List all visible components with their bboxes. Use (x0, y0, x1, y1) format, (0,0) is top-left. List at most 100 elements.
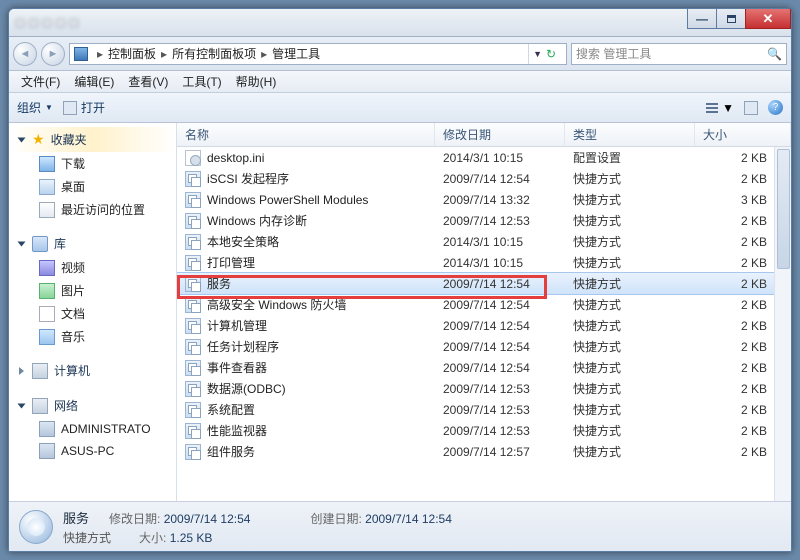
breadcrumb[interactable]: ▸ 控制面板 ▸ 所有控制面板项 ▸ 管理工具 ▼ ↻ (69, 43, 567, 65)
file-date: 2009/7/14 12:54 (435, 361, 565, 375)
table-row[interactable]: 任务计划程序2009/7/14 12:54快捷方式2 KB (177, 336, 791, 357)
mon-icon (39, 421, 55, 437)
main: ★ 收藏夹 下载桌面最近访问的位置 库 视频图片文档音乐 计算机 网络 (9, 123, 791, 501)
sidebar-favorites-header[interactable]: ★ 收藏夹 (9, 127, 176, 152)
table-row[interactable]: Windows 内存诊断2009/7/14 12:53快捷方式2 KB (177, 210, 791, 231)
file-date: 2009/7/14 12:57 (435, 445, 565, 459)
file-icon (185, 423, 201, 439)
sidebar-item[interactable]: 文档 (9, 302, 176, 325)
close-button[interactable] (745, 9, 791, 29)
table-row[interactable]: 服务2009/7/14 12:54快捷方式2 KB (177, 273, 791, 294)
menu-edit[interactable]: 编辑(E) (68, 71, 120, 92)
menu-tools[interactable]: 工具(T) (176, 71, 227, 92)
back-button[interactable]: ◄ (13, 42, 37, 66)
column-date[interactable]: 修改日期 (435, 123, 565, 146)
table-row[interactable]: 数据源(ODBC)2009/7/14 12:53快捷方式2 KB (177, 378, 791, 399)
table-row[interactable]: Windows PowerShell Modules2009/7/14 13:3… (177, 189, 791, 210)
pic-icon (39, 283, 55, 299)
preview-pane-button[interactable] (744, 101, 758, 115)
maximize-icon (727, 15, 736, 23)
sidebar-item[interactable]: 图片 (9, 279, 176, 302)
column-size[interactable]: 大小 (695, 123, 791, 146)
view-options-button[interactable]: ▼ (706, 101, 734, 115)
table-row[interactable]: 打印管理2014/3/1 10:15快捷方式2 KB (177, 252, 791, 273)
menu-help[interactable]: 帮助(H) (230, 71, 283, 92)
file-date: 2009/7/14 12:53 (435, 424, 565, 438)
breadcrumb-item[interactable]: 管理工具 (272, 45, 320, 62)
scrollbar-thumb[interactable] (777, 149, 790, 269)
table-row[interactable]: 组件服务2009/7/14 12:57快捷方式2 KB (177, 441, 791, 462)
forward-button[interactable]: ► (41, 42, 65, 66)
table-row[interactable]: 高级安全 Windows 防火墙2009/7/14 12:54快捷方式2 KB (177, 294, 791, 315)
menu-file[interactable]: 文件(F) (15, 71, 66, 92)
network-icon (32, 398, 48, 414)
column-type[interactable]: 类型 (565, 123, 695, 146)
file-date: 2014/3/1 10:15 (435, 151, 565, 165)
file-type: 快捷方式 (565, 191, 695, 208)
sidebar-item-label: 桌面 (61, 178, 85, 195)
sidebar-libraries-header[interactable]: 库 (9, 231, 176, 256)
file-icon (185, 276, 201, 292)
mon-icon (39, 443, 55, 459)
table-row[interactable]: 本地安全策略2014/3/1 10:15快捷方式2 KB (177, 231, 791, 252)
open-button[interactable]: 打开 (63, 99, 105, 116)
file-type: 快捷方式 (565, 401, 695, 418)
chevron-right-icon: ▸ (161, 47, 167, 61)
file-date: 2009/7/14 12:53 (435, 382, 565, 396)
expand-icon (18, 137, 26, 142)
status-crt-value: 2009/7/14 12:54 (365, 512, 452, 526)
breadcrumb-dropdown[interactable]: ▼ ↻ (528, 44, 562, 64)
file-name: 任务计划程序 (207, 338, 279, 355)
file-icon (185, 255, 201, 271)
column-headers: 名称 修改日期 类型 大小 (177, 123, 791, 147)
maximize-button[interactable] (716, 9, 746, 29)
file-type: 快捷方式 (565, 317, 695, 334)
titlebar[interactable]: ▢ ▢ ▢ ▢ ▢ (9, 9, 791, 37)
file-name: 数据源(ODBC) (207, 380, 286, 397)
file-type: 快捷方式 (565, 359, 695, 376)
refresh-icon[interactable]: ↻ (544, 47, 558, 61)
file-type: 快捷方式 (565, 296, 695, 313)
sidebar-item[interactable]: 音乐 (9, 325, 176, 348)
organize-button[interactable]: 组织 ▼ (17, 99, 53, 116)
help-icon[interactable]: ? (768, 100, 783, 115)
status-crt-label: 创建日期: (310, 512, 361, 526)
file-type: 快捷方式 (565, 170, 695, 187)
table-row[interactable]: 事件查看器2009/7/14 12:54快捷方式2 KB (177, 357, 791, 378)
sidebar-computer-header[interactable]: 计算机 (9, 358, 176, 383)
sidebar-network-header[interactable]: 网络 (9, 393, 176, 418)
table-row[interactable]: iSCSI 发起程序2009/7/14 12:54快捷方式2 KB (177, 168, 791, 189)
file-date: 2014/3/1 10:15 (435, 235, 565, 249)
organize-label: 组织 (17, 99, 41, 116)
table-row[interactable]: desktop.ini2014/3/1 10:15配置设置2 KB (177, 147, 791, 168)
sidebar-item[interactable]: 下载 (9, 152, 176, 175)
file-date: 2009/7/14 12:54 (435, 319, 565, 333)
breadcrumb-item[interactable]: 所有控制面板项 (172, 45, 256, 62)
file-name: 高级安全 Windows 防火墙 (207, 296, 346, 313)
file-icon (185, 297, 201, 313)
menu-view[interactable]: 查看(V) (122, 71, 174, 92)
column-name[interactable]: 名称 (177, 123, 435, 146)
search-input[interactable]: 搜索 管理工具 🔍 (571, 43, 787, 65)
sidebar-item[interactable]: 最近访问的位置 (9, 198, 176, 221)
file-type: 配置设置 (565, 149, 695, 166)
dl-icon (39, 156, 55, 172)
file-date: 2009/7/14 12:53 (435, 403, 565, 417)
desk-icon (39, 179, 55, 195)
scrollbar[interactable] (774, 147, 791, 501)
expand-icon (18, 403, 26, 408)
breadcrumb-item[interactable]: 控制面板 (108, 45, 156, 62)
table-row[interactable]: 计算机管理2009/7/14 12:54快捷方式2 KB (177, 315, 791, 336)
sidebar-group-label: 网络 (54, 397, 78, 414)
sidebar-item[interactable]: 桌面 (9, 175, 176, 198)
minimize-button[interactable] (687, 9, 717, 29)
file-icon (185, 360, 201, 376)
sidebar-item[interactable]: ADMINISTRATO (9, 418, 176, 440)
sidebar-item[interactable]: ASUS-PC (9, 440, 176, 462)
file-name: Windows PowerShell Modules (207, 193, 368, 207)
computer-icon (32, 363, 48, 379)
table-row[interactable]: 系统配置2009/7/14 12:53快捷方式2 KB (177, 399, 791, 420)
sidebar-item[interactable]: 视频 (9, 256, 176, 279)
file-date: 2009/7/14 12:54 (435, 298, 565, 312)
table-row[interactable]: 性能监视器2009/7/14 12:53快捷方式2 KB (177, 420, 791, 441)
